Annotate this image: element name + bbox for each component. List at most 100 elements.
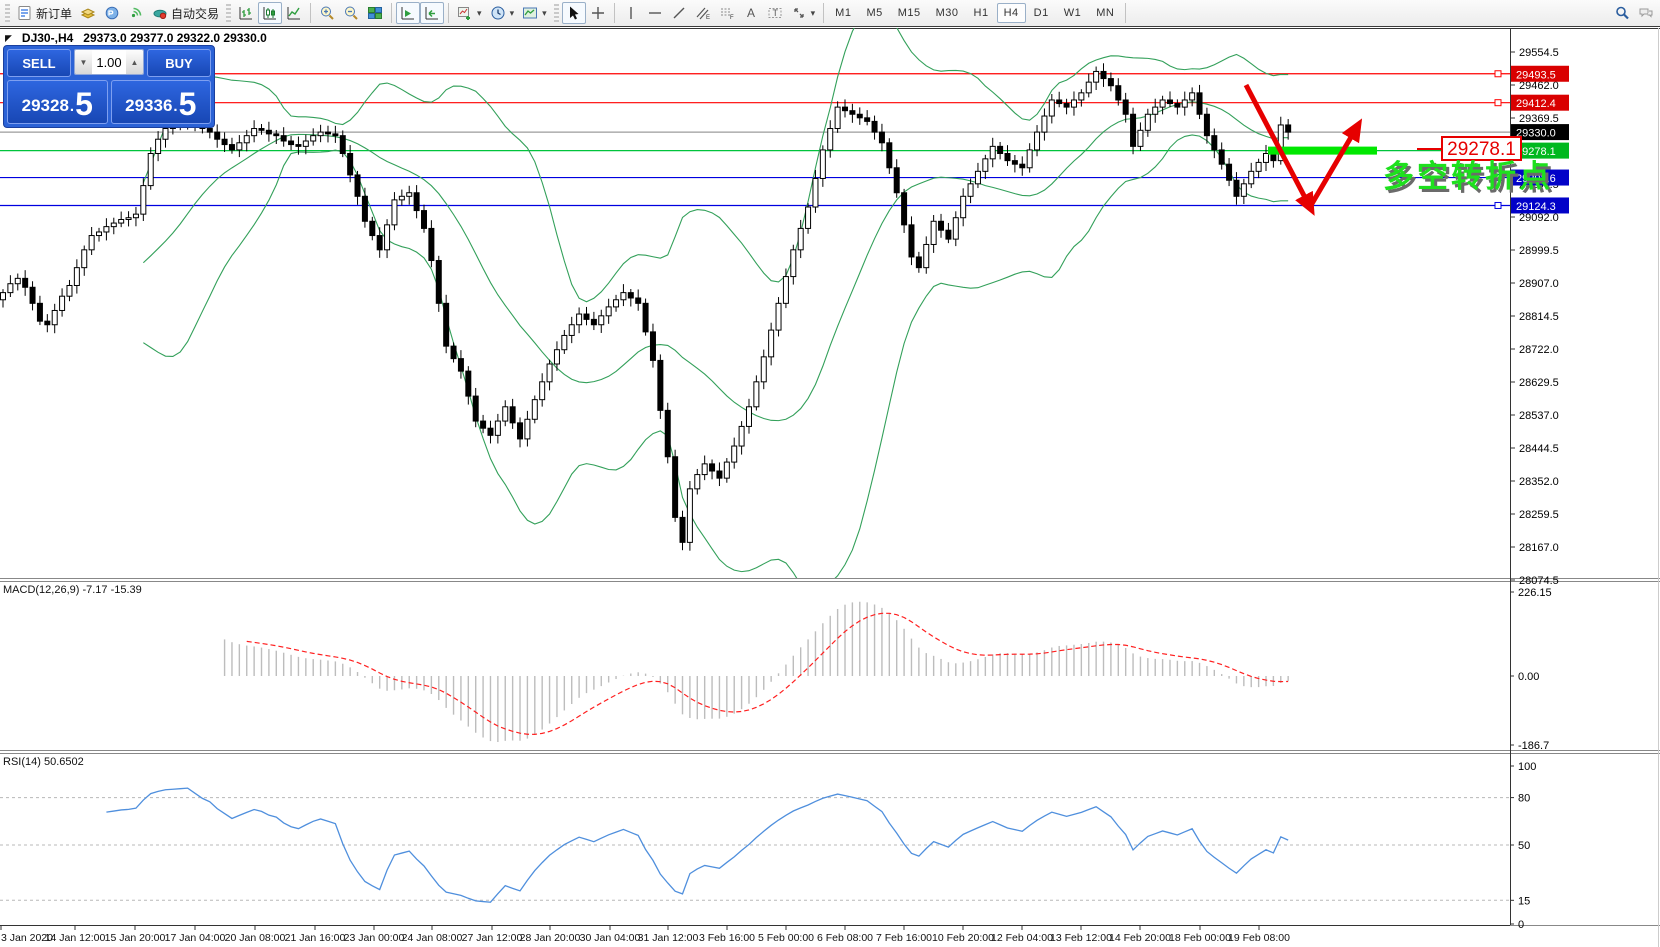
line-handle[interactable] [1495, 71, 1501, 77]
candle [1197, 93, 1202, 114]
zoom-out-button[interactable] [339, 2, 363, 24]
candle [1108, 79, 1113, 86]
macd-axis-label: -186.7 [1518, 740, 1549, 752]
candle [30, 287, 35, 303]
toolbar-grip[interactable] [554, 4, 559, 22]
buy-button[interactable]: BUY [147, 49, 211, 77]
timeframe-d1-button[interactable]: D1 [1027, 3, 1056, 23]
indicators-button[interactable]: ▾ [453, 2, 486, 24]
candle [311, 136, 316, 141]
candle [510, 407, 515, 423]
line-handle[interactable] [1495, 202, 1501, 208]
fibonacci-icon: F [719, 5, 735, 21]
horizontal-line-button[interactable] [643, 2, 667, 24]
volume-increase-button[interactable]: ▲ [126, 50, 143, 74]
sell-price-display[interactable]: 29328 . 5 [7, 80, 108, 124]
volume-input[interactable] [92, 50, 126, 74]
timeframe-h4-button[interactable]: H4 [997, 3, 1026, 23]
line-handle[interactable] [1495, 100, 1501, 106]
price-axis-tick: 28537.0 [1519, 410, 1559, 422]
algo-trading-button[interactable]: 自动交易 [148, 2, 223, 24]
time-axis-label: 21 Jan 16:00 [285, 932, 346, 944]
candle [717, 471, 722, 478]
bars-chart-button[interactable] [234, 2, 258, 24]
candle [488, 428, 493, 435]
candle [806, 207, 811, 228]
candle [259, 129, 264, 131]
candle [1286, 125, 1291, 132]
buy-price-main: 29336 [125, 91, 172, 121]
candle [628, 293, 633, 298]
periods-button[interactable]: ▾ [486, 2, 519, 24]
toolbar-grip[interactable] [226, 4, 231, 22]
candle [503, 407, 508, 421]
candle [990, 146, 995, 158]
price-axis-tick: 28259.5 [1519, 509, 1559, 521]
crosshair-button[interactable] [586, 2, 610, 24]
equidistant-channel-button[interactable]: E [691, 2, 715, 24]
candlestick-chart-icon [262, 5, 278, 21]
search-button[interactable] [1610, 2, 1634, 24]
vertical-line-button[interactable] [619, 2, 643, 24]
macd-axis-label: 226.15 [1518, 587, 1552, 599]
time-axis-label: 12 Feb 04:00 [991, 932, 1053, 944]
fibonacci-button[interactable]: F [715, 2, 739, 24]
candle [769, 330, 774, 357]
chart-shift-button[interactable] [420, 2, 444, 24]
candlestick-chart-button[interactable] [258, 2, 282, 24]
candle [924, 244, 929, 267]
toolbar-grip[interactable] [5, 4, 10, 22]
price-line-label-text: 29124.3 [1516, 201, 1556, 213]
sell-button[interactable]: SELL [7, 49, 71, 77]
text-label-button[interactable]: T [763, 2, 787, 24]
line-chart-button[interactable] [282, 2, 306, 24]
timeframe-m15-button[interactable]: M15 [891, 3, 928, 23]
cursor-button[interactable] [562, 2, 586, 24]
new-order-button[interactable]: 新订单 [13, 2, 76, 24]
candle [481, 421, 486, 428]
volume-decrease-button[interactable]: ▼ [75, 50, 92, 74]
price-axis-tick: 29554.5 [1519, 47, 1559, 59]
annotation-text[interactable]: 多空转折点 [1383, 159, 1553, 194]
zoom-in-button[interactable] [315, 2, 339, 24]
templates-button[interactable]: ▾ [518, 2, 551, 24]
new-order-label: 新订单 [36, 5, 72, 22]
signals-button[interactable] [124, 2, 148, 24]
candle [289, 141, 294, 145]
candle [23, 278, 28, 287]
candle [1212, 136, 1217, 150]
candle [783, 277, 788, 304]
buy-price-dot: . [173, 93, 177, 121]
text-button[interactable]: A [739, 2, 763, 24]
timeframe-w1-button[interactable]: W1 [1057, 3, 1089, 23]
time-axis-label: 14 Jan 12:00 [45, 932, 106, 944]
timeframe-h1-button[interactable]: H1 [967, 3, 996, 23]
timeframe-m30-button[interactable]: M30 [929, 3, 966, 23]
arrows-button[interactable]: ▾ [787, 2, 820, 24]
candle [407, 193, 412, 197]
price-axis-tick: 28907.0 [1519, 278, 1559, 290]
auto-scroll-button[interactable] [396, 2, 420, 24]
timeframe-m5-button[interactable]: M5 [859, 3, 889, 23]
trendline-button[interactable] [667, 2, 691, 24]
buy-price-display[interactable]: 29336 . 5 [111, 80, 212, 124]
mql5-community-button[interactable] [100, 2, 124, 24]
rsi-axis-label: 80 [1518, 793, 1530, 805]
candle [318, 132, 323, 136]
candle [333, 134, 338, 136]
price-axis-tick: 28352.0 [1519, 476, 1559, 488]
candle [599, 316, 604, 325]
timeframe-m1-button[interactable]: M1 [828, 3, 858, 23]
candle [74, 268, 79, 286]
algo-trading-label: 自动交易 [171, 5, 219, 22]
candle [1035, 132, 1040, 150]
tile-windows-button[interactable] [363, 2, 387, 24]
time-axis-label: 15 Jan 20:00 [105, 932, 166, 944]
timeframe-mn-button[interactable]: MN [1089, 3, 1121, 23]
price-axis-tick: 28167.0 [1519, 542, 1559, 554]
candle [45, 321, 50, 325]
chart-canvas[interactable]: 226.150.00-186.7100805015029554.529462.0… [0, 0, 1660, 947]
metaeditor-button[interactable] [76, 2, 100, 24]
chat-button[interactable] [1634, 2, 1658, 24]
candle [1116, 86, 1121, 100]
